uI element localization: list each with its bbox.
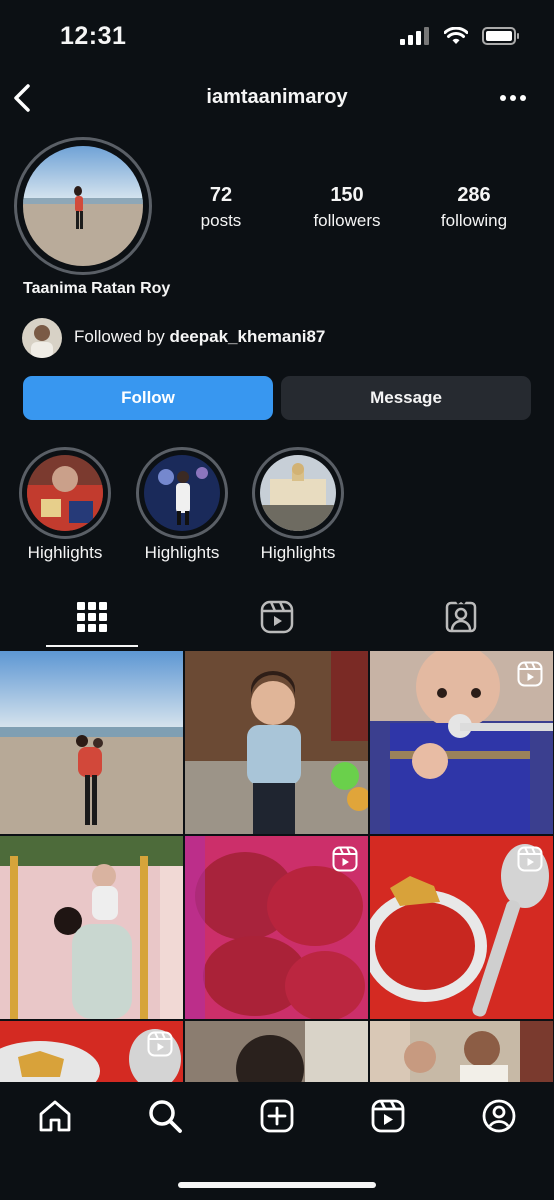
mutual-follower-avatar[interactable]: [22, 318, 62, 358]
posts-count: 72: [209, 184, 233, 206]
profile-avatar[interactable]: [23, 146, 143, 266]
reel-badge-icon: [332, 846, 358, 872]
profile-icon[interactable]: [481, 1098, 517, 1134]
active-tab-indicator: [46, 645, 138, 647]
highlight-3[interactable]: [252, 447, 344, 539]
profile-display-name: Taanima Ratan Roy: [23, 280, 171, 297]
followed-by-prefix: Followed by: [74, 327, 165, 346]
create-icon[interactable]: [259, 1098, 295, 1134]
followed-by-text[interactable]: Followed by deepak_khemani87: [74, 327, 325, 347]
post-4[interactable]: [0, 836, 183, 1019]
following-label: following: [440, 211, 508, 230]
post-6[interactable]: [370, 836, 553, 1019]
status-time: 12:31: [60, 22, 127, 50]
posts-label: posts: [200, 211, 242, 230]
profile-username: iamtaanimaroy: [206, 86, 348, 108]
battery-icon: [482, 27, 519, 45]
followers-count: 150: [330, 184, 364, 206]
post-5[interactable]: [185, 836, 368, 1019]
message-button[interactable]: Message: [281, 376, 531, 420]
post-2[interactable]: [185, 651, 368, 834]
stat-following[interactable]: 286 following: [414, 184, 534, 231]
post-7[interactable]: [0, 1021, 183, 1083]
highlight-3-label: Highlights: [260, 543, 336, 562]
search-icon[interactable]: [147, 1098, 183, 1134]
post-9[interactable]: [370, 1021, 553, 1083]
post-1[interactable]: [0, 651, 183, 834]
post-8[interactable]: [185, 1021, 368, 1083]
stat-followers[interactable]: 150 followers: [287, 184, 407, 231]
followers-label: followers: [313, 211, 381, 230]
home-icon[interactable]: [37, 1098, 73, 1134]
home-indicator[interactable]: [178, 1182, 376, 1188]
status-icons: [400, 26, 520, 46]
grid-icon[interactable]: [75, 600, 109, 634]
post-3[interactable]: [370, 651, 553, 834]
reel-badge-icon: [517, 846, 543, 872]
reel-badge-icon: [147, 1031, 173, 1057]
more-options-icon[interactable]: [498, 86, 528, 110]
highlight-2[interactable]: [136, 447, 228, 539]
highlight-1-label: Highlights: [27, 543, 103, 562]
tagged-icon[interactable]: [444, 600, 478, 634]
highlight-2-label: Highlights: [144, 543, 220, 562]
reels-icon[interactable]: [370, 1098, 406, 1134]
highlight-1[interactable]: [19, 447, 111, 539]
stat-posts[interactable]: 72 posts: [161, 184, 281, 231]
signal-icon: [400, 27, 429, 45]
reel-badge-icon: [517, 661, 543, 687]
reels-tab-icon[interactable]: [260, 600, 294, 634]
following-count: 286: [457, 184, 491, 206]
wifi-icon: [444, 27, 468, 44]
followed-by-username[interactable]: deepak_khemani87: [169, 327, 325, 346]
follow-button[interactable]: Follow: [23, 376, 273, 420]
